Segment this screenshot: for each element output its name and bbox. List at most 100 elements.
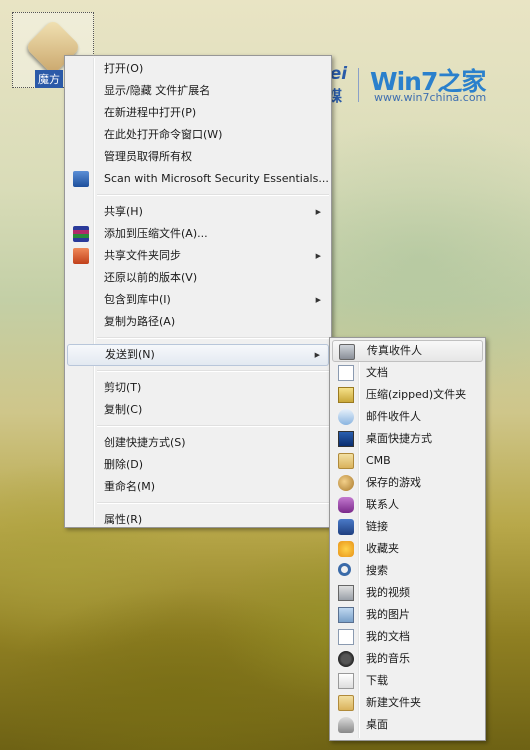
menu-item-label: 复制为路径(A) <box>104 315 176 328</box>
menu-item-label: 我的音乐 <box>366 652 410 665</box>
menu-item-label: 显示/隐藏 文件扩展名 <box>104 84 211 97</box>
winrar-icon <box>73 226 89 242</box>
menu-item-label: 下载 <box>366 674 388 687</box>
music-icon <box>338 651 354 667</box>
menu-item-label: 传真收件人 <box>367 344 422 357</box>
send-to-new-folder[interactable]: 新建文件夹 <box>332 692 483 714</box>
send-to-fax-recipient[interactable]: 传真收件人 <box>332 340 483 362</box>
send-to-documents[interactable]: 文档 <box>332 362 483 384</box>
favorites-icon <box>338 541 354 557</box>
menu-separator <box>97 337 329 339</box>
menu-item-label: 联系人 <box>366 498 399 511</box>
menu-item-label: 在新进程中打开(P) <box>104 106 197 119</box>
downloads-icon <box>338 673 354 689</box>
menu-item-label: 发送到(N) <box>105 348 155 361</box>
menu-item-open-command-window[interactable]: 在此处打开命令窗口(W) <box>67 124 329 146</box>
logo-url: www.win7china.com <box>374 91 487 104</box>
mail-icon <box>338 409 354 425</box>
send-to-submenu: 传真收件人 文档 压缩(zipped)文件夹 邮件收件人 桌面快捷方式 CMB … <box>329 337 486 741</box>
menu-item-take-ownership[interactable]: 管理员取得所有权 <box>67 146 329 168</box>
menu-item-cut[interactable]: 剪切(T) <box>67 377 329 399</box>
menu-separator <box>97 370 329 372</box>
zip-folder-icon <box>338 387 354 403</box>
menu-item-label: 新建文件夹 <box>366 696 421 709</box>
send-to-favorites[interactable]: 收藏夹 <box>332 538 483 560</box>
menu-item-copy-as-path[interactable]: 复制为路径(A) <box>67 311 329 333</box>
submenu-arrow-icon: ▶ <box>315 252 321 260</box>
my-documents-icon <box>338 629 354 645</box>
menu-item-label: 创建快捷方式(S) <box>104 436 186 449</box>
menu-separator <box>97 425 329 427</box>
menu-item-rename[interactable]: 重命名(M) <box>67 476 329 498</box>
menu-item-label: 链接 <box>366 520 388 533</box>
send-to-downloads[interactable]: 下载 <box>332 670 483 692</box>
fax-icon <box>339 344 355 360</box>
menu-item-share[interactable]: 共享(H) ▶ <box>67 201 329 223</box>
send-to-desktop[interactable]: 桌面 <box>332 714 483 736</box>
menu-item-label: 包含到库中(I) <box>104 293 171 306</box>
menu-item-shared-folder-sync[interactable]: 共享文件夹同步 ▶ <box>67 245 329 267</box>
sync-icon <box>73 248 89 264</box>
send-to-zip-folder[interactable]: 压缩(zipped)文件夹 <box>332 384 483 406</box>
send-to-cmb[interactable]: CMB <box>332 450 483 472</box>
send-to-my-pictures[interactable]: 我的图片 <box>332 604 483 626</box>
videos-icon <box>338 585 354 601</box>
send-to-saved-games[interactable]: 保存的游戏 <box>332 472 483 494</box>
menu-item-copy[interactable]: 复制(C) <box>67 399 329 421</box>
send-to-desktop-shortcut[interactable]: 桌面快捷方式 <box>332 428 483 450</box>
search-icon <box>338 563 351 576</box>
send-to-contacts[interactable]: 联系人 <box>332 494 483 516</box>
menu-item-toggle-extensions[interactable]: 显示/隐藏 文件扩展名 <box>67 80 329 102</box>
menu-item-label: 保存的游戏 <box>366 476 421 489</box>
menu-item-delete[interactable]: 删除(D) <box>67 454 329 476</box>
send-to-my-documents[interactable]: 我的文档 <box>332 626 483 648</box>
menu-item-label: 重命名(M) <box>104 480 156 493</box>
menu-separator <box>97 502 329 504</box>
send-to-my-music[interactable]: 我的音乐 <box>332 648 483 670</box>
menu-item-add-to-archive[interactable]: 添加到压缩文件(A)... <box>67 223 329 245</box>
menu-item-label: 我的视频 <box>366 586 410 599</box>
menu-item-label: 管理员取得所有权 <box>104 150 192 163</box>
menu-item-include-in-library[interactable]: 包含到库中(I) ▶ <box>67 289 329 311</box>
menu-item-scan-mse[interactable]: Scan with Microsoft Security Essentials.… <box>67 168 329 190</box>
new-folder-icon <box>338 695 354 711</box>
menu-item-label: 桌面 <box>366 718 388 731</box>
menu-item-label: 打开(O) <box>104 62 144 75</box>
menu-separator <box>97 194 329 196</box>
menu-item-label: 删除(D) <box>104 458 144 471</box>
context-menu: 打开(O) 显示/隐藏 文件扩展名 在新进程中打开(P) 在此处打开命令窗口(W… <box>64 55 332 528</box>
menu-item-open[interactable]: 打开(O) <box>67 58 329 80</box>
menu-item-label: 我的文档 <box>366 630 410 643</box>
menu-item-label: 文档 <box>366 366 388 379</box>
menu-item-label: 共享文件夹同步 <box>104 249 181 262</box>
menu-item-label: 还原以前的版本(V) <box>104 271 198 284</box>
menu-item-properties[interactable]: 属性(R) <box>67 509 329 531</box>
folder-icon <box>338 453 354 469</box>
menu-item-label: 添加到压缩文件(A)... <box>104 227 208 240</box>
menu-item-label: 共享(H) <box>104 205 143 218</box>
links-icon <box>338 519 354 535</box>
menu-item-label: CMB <box>366 454 391 467</box>
desktop-icon <box>338 717 354 733</box>
menu-item-label: 属性(R) <box>104 513 143 526</box>
desktop-icon-label: 魔方 <box>35 70 63 88</box>
menu-item-create-shortcut[interactable]: 创建快捷方式(S) <box>67 432 329 454</box>
send-to-my-videos[interactable]: 我的视频 <box>332 582 483 604</box>
menu-item-open-new-process[interactable]: 在新进程中打开(P) <box>67 102 329 124</box>
send-to-mail-recipient[interactable]: 邮件收件人 <box>332 406 483 428</box>
menu-item-restore-previous[interactable]: 还原以前的版本(V) <box>67 267 329 289</box>
menu-item-send-to[interactable]: 发送到(N) ▶ <box>67 344 329 366</box>
contacts-icon <box>338 497 354 513</box>
send-to-searches[interactable]: 搜索 <box>332 560 483 582</box>
menu-item-label: 收藏夹 <box>366 542 399 555</box>
send-to-links[interactable]: 链接 <box>332 516 483 538</box>
menu-item-label: 邮件收件人 <box>366 410 421 423</box>
submenu-arrow-icon: ▶ <box>314 351 320 359</box>
logo-divider <box>358 68 359 102</box>
desktop-shortcut-icon <box>338 431 354 447</box>
menu-item-label: 剪切(T) <box>104 381 142 394</box>
menu-item-label: 复制(C) <box>104 403 143 416</box>
menu-item-label: 压缩(zipped)文件夹 <box>366 388 467 401</box>
menu-item-label: 桌面快捷方式 <box>366 432 432 445</box>
saved-games-icon <box>338 475 354 491</box>
